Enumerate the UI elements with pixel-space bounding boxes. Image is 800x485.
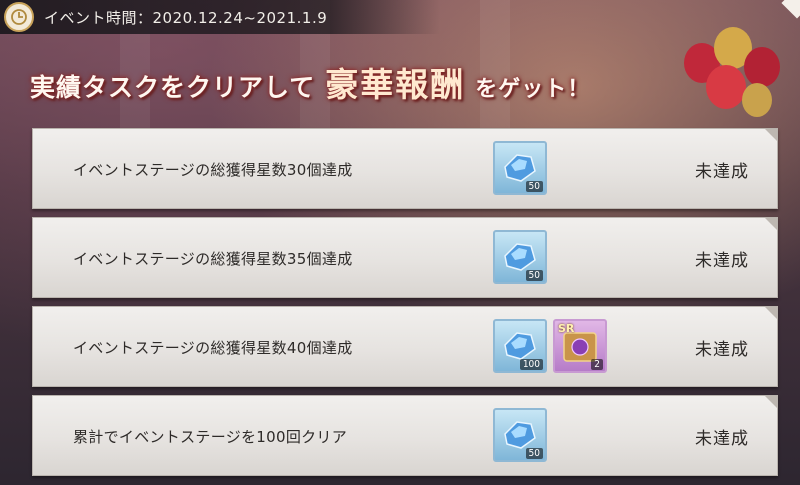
reward-list: 100 SR 2 — [493, 319, 607, 373]
task-row[interactable]: イベントステージの総獲得星数35個達成 50 未達成 — [32, 217, 778, 298]
task-label: イベントステージの総獲得星数30個達成 — [73, 161, 353, 179]
reward-list: 50 — [493, 230, 547, 284]
status-badge: 未達成 — [695, 429, 749, 449]
reward-quantity: 50 — [525, 448, 543, 459]
status-badge: 未達成 — [695, 162, 749, 182]
task-label: イベントステージの総獲得星数35個達成 — [73, 250, 353, 268]
gem-icon[interactable]: 50 — [493, 408, 547, 462]
reward-quantity: 100 — [519, 359, 543, 370]
status-badge: 未達成 — [695, 251, 749, 271]
banner-text-highlight: 豪華報酬 — [325, 65, 466, 104]
event-period-bar: イベント時間：2020.12.24~2021.1.9 — [0, 0, 440, 34]
task-label: イベントステージの総獲得星数40個達成 — [73, 339, 353, 357]
task-row[interactable]: 累計でイベントステージを100回クリア 50 未達成 — [32, 395, 778, 476]
banner-text-2: をゲット！ — [475, 76, 591, 102]
task-list: イベントステージの総獲得星数30個達成 50 未達成 イベントステージの総獲得星… — [32, 128, 778, 484]
reward-list: 50 — [493, 141, 547, 195]
reward-quantity: 50 — [525, 270, 543, 281]
reward-quantity: 2 — [591, 359, 603, 370]
gem-icon[interactable]: 50 — [493, 141, 547, 195]
reward-list: 50 — [493, 408, 547, 462]
task-label: 累計でイベントステージを100回クリア — [73, 428, 348, 446]
sr-label: SR — [558, 322, 575, 335]
task-row[interactable]: イベントステージの総獲得星数30個達成 50 未達成 — [32, 128, 778, 209]
status-badge: 未達成 — [695, 340, 749, 360]
sr-ticket-icon[interactable]: SR 2 — [553, 319, 607, 373]
event-period-text: イベント時間：2020.12.24~2021.1.9 — [44, 8, 328, 27]
task-row[interactable]: イベントステージの総獲得星数40個達成 100 SR 2 未達成 — [32, 306, 778, 387]
banner-text-1: 実績タスクをクリアして — [30, 73, 316, 102]
gem-icon[interactable]: 100 — [493, 319, 547, 373]
reward-quantity: 50 — [525, 181, 543, 192]
balloons-decoration — [680, 25, 790, 130]
promo-banner: 実績タスクをクリアして 豪華報酬 をゲット！ — [30, 58, 590, 104]
gem-icon[interactable]: 50 — [493, 230, 547, 284]
clock-icon — [4, 2, 34, 32]
